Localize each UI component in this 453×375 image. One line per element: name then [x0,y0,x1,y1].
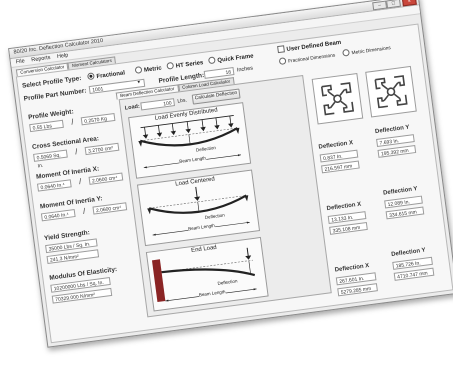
area-imperial-field: 0.5069 Sq. In. [33,149,68,169]
inertia-x-imperial-field: 0.0640 In.⁴ [36,179,72,192]
radio-fractional[interactable]: Fractional [86,69,126,81]
profile-type-label: Select Profile Type: [21,75,82,90]
end-load-drawing [151,247,257,302]
deflection-y-label: Deflection Y [374,124,410,136]
deflection-x-label: Deflection X [334,263,370,274]
weight-label: Profile Weight: [27,108,75,122]
deflection-x-label: Deflection X [326,201,362,213]
weight-metric-field: 0.2570 Kg [80,112,116,126]
app-window: 80/20 Inc. Deflection Calculator 2010 – … [8,0,453,348]
checkbox-icon [277,45,285,54]
weight-imperial-field: 0.55 Lbs [29,119,64,133]
fractional-dimensions-label: Fractional Dimensions [287,53,336,65]
metric-dimensions-label: Metric Dimensions [351,46,392,57]
radio-dot-icon [86,72,95,81]
separator-slash: / [74,147,78,157]
stage: 80/20 Inc. Deflection Calculator 2010 – … [0,0,453,375]
diagram-even-load: Load Evenly Distributed Deflection Beam … [128,102,252,179]
radio-metric-label: Metric [143,65,163,74]
radio-quick-frame[interactable]: Quick Frame [207,52,254,65]
extrusion-profile-icon [374,75,408,109]
radio-metric-dimensions[interactable]: Metric Dimensions [342,44,391,57]
deflection-y-label: Deflection Y [382,186,418,197]
separator-slash: / [70,117,75,127]
inertia-x-metric-field: 2.0600 cm⁴ [88,172,124,185]
separator-slash: / [78,176,82,187]
area-metric-field: 3.2700 cm² [84,142,120,156]
load-label: Load: [124,103,141,112]
load-unit: Lbs. [177,97,188,105]
extrusion-profile-icon [320,82,355,116]
deflection-y-label: Deflection Y [390,247,426,259]
menu-file[interactable]: File [15,57,26,66]
beam-calculator-panel: Load: 100 Lbs. Calculate Deflection Load… [118,75,332,318]
deflection-x-label: Deflection X [318,140,354,151]
profile-image-x [311,72,364,125]
profile-image-y [365,65,417,118]
menu-help[interactable]: Help [57,52,69,61]
centered-load-drawing [147,186,250,236]
radio-fractional-label: Fractional [96,70,126,81]
radio-quick-frame-label: Quick Frame [217,53,254,65]
inertia-y-imperial-field: 0.0640 In.⁴ [40,208,76,222]
chevron-down-icon: ▾ [137,79,141,86]
inertia-y-metric-field: 2.0600 cm⁴ [92,202,128,215]
radio-ht-series[interactable]: HT Series [166,59,204,71]
radio-dot-icon [207,56,216,65]
radio-metric[interactable]: Metric [134,64,163,74]
even-load-drawing [138,115,241,169]
diagram-end-load: End Load Deflection Beam Length [145,236,269,312]
load-input[interactable]: 100 [140,98,176,111]
diagram-centered-load: Load Centered Deflection Beam Length [136,169,261,247]
main-panel: Select Profile Type: Fractional Metric H… [15,23,453,344]
radio-dot-icon [342,48,350,57]
part-number-label: Profile Part Number: [23,87,87,103]
radio-dot-icon [166,61,175,70]
menu-reports[interactable]: Reports [31,54,51,64]
calculate-deflection-button[interactable]: Calculate Deflection [191,88,241,105]
radio-dot-icon [134,66,143,74]
radio-ht-series-label: HT Series [175,60,204,70]
separator-slash: / [82,206,86,216]
radio-dot-icon [278,57,287,66]
radio-fractional-dimensions[interactable]: Fractional Dimensions [278,52,336,66]
profile-length-unit: Inches [236,65,254,74]
